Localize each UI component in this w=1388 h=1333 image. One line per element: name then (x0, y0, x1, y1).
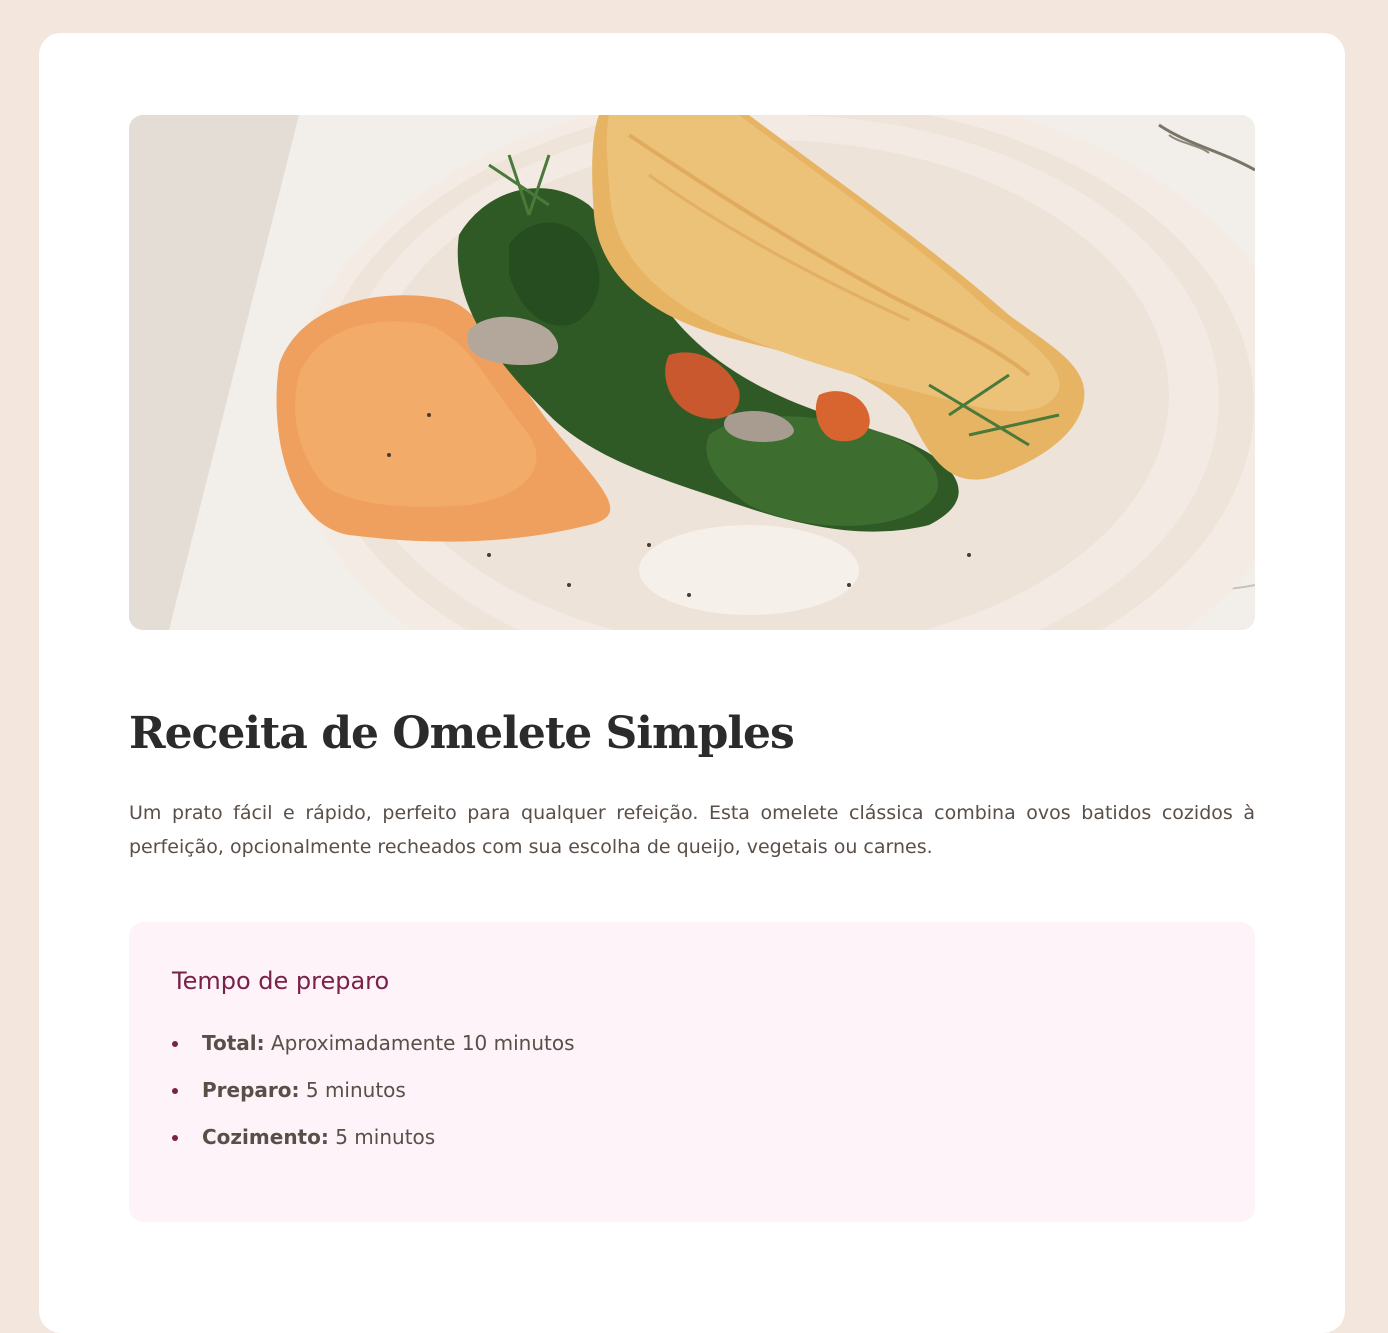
recipe-content: Receita de Omelete Simples Um prato fáci… (129, 115, 1255, 1222)
list-item-value: 5 minutos (299, 1078, 406, 1102)
list-item-label: Preparo: (202, 1078, 300, 1102)
list-item: Cozimento: 5 minutos (172, 1125, 1212, 1172)
preparation-time-list: Total: Aproximadamente 10 minutos Prepar… (172, 1031, 1212, 1172)
preparation-time-box: Tempo de preparo Total: Aproximadamente … (129, 922, 1255, 1222)
recipe-description: Um prato fácil e rápido, perfeito para q… (129, 802, 1255, 858)
preparation-time-title: Tempo de preparo (172, 967, 390, 995)
list-item-value: Aproximadamente 10 minutos (264, 1031, 575, 1055)
omelette-plate-illustration (129, 115, 1255, 630)
list-item: Total: Aproximadamente 10 minutos (172, 1031, 1212, 1078)
recipe-image (129, 115, 1255, 630)
recipe-title: Receita de Omelete Simples (129, 708, 795, 759)
recipe-card: Receita de Omelete Simples Um prato fáci… (39, 33, 1345, 1333)
list-item-label: Total: (202, 1031, 265, 1055)
bullet-icon (172, 1135, 178, 1141)
bullet-icon (172, 1041, 178, 1047)
list-item-label: Cozimento: (202, 1125, 329, 1149)
list-item: Preparo: 5 minutos (172, 1078, 1212, 1125)
bullet-icon (172, 1088, 178, 1094)
list-item-value: 5 minutos (328, 1125, 436, 1149)
